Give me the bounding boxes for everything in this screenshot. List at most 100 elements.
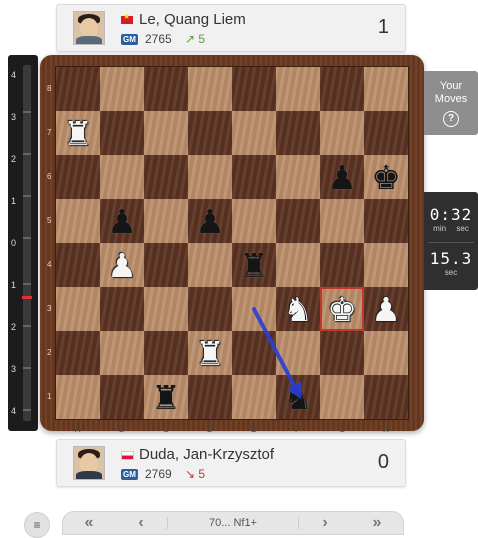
rank-label: 5 <box>47 216 52 225</box>
square-a6[interactable] <box>56 155 100 199</box>
square-f2[interactable] <box>276 331 320 375</box>
square-b2[interactable] <box>100 331 144 375</box>
square-c3[interactable] <box>144 287 188 331</box>
white-king-icon[interactable]: ♚ <box>320 287 364 331</box>
square-d6[interactable] <box>188 155 232 199</box>
white-rook-icon[interactable]: ♜ <box>188 331 232 375</box>
square-h8[interactable] <box>364 67 408 111</box>
square-b1[interactable] <box>100 375 144 419</box>
square-e5[interactable] <box>232 199 276 243</box>
black-pawn-icon[interactable]: ♟ <box>100 199 144 243</box>
square-d5[interactable]: ♟ <box>188 199 232 243</box>
square-h6[interactable]: ♚ <box>364 155 408 199</box>
square-h3[interactable]: ♟ <box>364 287 408 331</box>
eval-label: 4 <box>11 70 17 80</box>
last-move-button[interactable]: » <box>351 514 403 532</box>
square-b8[interactable] <box>100 67 144 111</box>
bottom-player-rating: 2769 <box>145 467 172 481</box>
square-d8[interactable] <box>188 67 232 111</box>
current-move-label[interactable]: 70... Nf1+ <box>167 517 299 529</box>
clock-panel: 0:32 min sec 15.3 sec <box>424 192 478 290</box>
square-c7[interactable] <box>144 111 188 155</box>
square-e6[interactable] <box>232 155 276 199</box>
square-b3[interactable] <box>100 287 144 331</box>
square-a3[interactable] <box>56 287 100 331</box>
top-player-title-badge: GM <box>121 34 138 45</box>
square-d1[interactable] <box>188 375 232 419</box>
square-h5[interactable] <box>364 199 408 243</box>
square-e1[interactable] <box>232 375 276 419</box>
square-e2[interactable] <box>232 331 276 375</box>
square-a8[interactable] <box>56 67 100 111</box>
square-a7[interactable]: ♜ <box>56 111 100 155</box>
square-g5[interactable] <box>320 199 364 243</box>
file-label: B <box>119 425 125 434</box>
black-king-icon[interactable]: ♚ <box>364 155 408 199</box>
top-player-name[interactable]: Le, Quang Liem <box>139 11 246 28</box>
previous-move-button[interactable]: ‹ <box>115 514 167 532</box>
square-f3[interactable]: ♞ <box>276 287 320 331</box>
white-pawn-icon[interactable]: ♟ <box>100 243 144 287</box>
square-h4[interactable] <box>364 243 408 287</box>
square-g6[interactable]: ♟ <box>320 155 364 199</box>
square-f8[interactable] <box>276 67 320 111</box>
square-a1[interactable] <box>56 375 100 419</box>
black-pawn-icon[interactable]: ♟ <box>188 199 232 243</box>
square-d4[interactable] <box>188 243 232 287</box>
square-f7[interactable] <box>276 111 320 155</box>
square-a5[interactable] <box>56 199 100 243</box>
square-a2[interactable] <box>56 331 100 375</box>
square-g7[interactable] <box>320 111 364 155</box>
square-e4[interactable]: ♜ <box>232 243 276 287</box>
first-move-button[interactable]: « <box>63 514 115 532</box>
square-f1[interactable]: ♞ <box>276 375 320 419</box>
square-d3[interactable] <box>188 287 232 331</box>
file-label: C <box>163 425 169 434</box>
bottom-player-title-badge: GM <box>121 469 138 480</box>
bottom-player-score: 0 <box>377 451 389 473</box>
eval-label: 4 <box>11 406 17 416</box>
square-g3[interactable]: ♚ <box>320 287 364 331</box>
black-knight-icon[interactable]: ♞ <box>276 375 320 419</box>
square-d7[interactable] <box>188 111 232 155</box>
your-moves-button[interactable]: Your Moves ? <box>424 71 478 135</box>
square-g1[interactable] <box>320 375 364 419</box>
square-e3[interactable] <box>232 287 276 331</box>
square-g2[interactable] <box>320 331 364 375</box>
white-rook-icon[interactable]: ♜ <box>56 111 100 155</box>
square-h1[interactable] <box>364 375 408 419</box>
square-b7[interactable] <box>100 111 144 155</box>
black-rook-icon[interactable]: ♜ <box>144 375 188 419</box>
white-pawn-icon[interactable]: ♟ <box>364 287 408 331</box>
square-b6[interactable] <box>100 155 144 199</box>
square-e7[interactable] <box>232 111 276 155</box>
square-d2[interactable]: ♜ <box>188 331 232 375</box>
square-h2[interactable] <box>364 331 408 375</box>
square-f6[interactable] <box>276 155 320 199</box>
clock-seconds: 15.3 <box>429 249 473 268</box>
square-h7[interactable] <box>364 111 408 155</box>
square-f4[interactable] <box>276 243 320 287</box>
menu-button[interactable]: ≡ <box>24 512 50 538</box>
square-b5[interactable]: ♟ <box>100 199 144 243</box>
square-c2[interactable] <box>144 331 188 375</box>
chess-board[interactable]: ♜ ♟ ♚ ♟ ♟ ♟ ♜ ♞ ♚ ♟ ♜ ♜ ♞ <box>56 67 408 419</box>
help-icon[interactable]: ? <box>443 111 459 127</box>
square-g8[interactable] <box>320 67 364 111</box>
black-pawn-icon[interactable]: ♟ <box>320 155 364 199</box>
square-g4[interactable] <box>320 243 364 287</box>
arrow-down-icon: ↘ <box>185 467 196 481</box>
square-c8[interactable] <box>144 67 188 111</box>
square-c4[interactable] <box>144 243 188 287</box>
square-b4[interactable]: ♟ <box>100 243 144 287</box>
square-c5[interactable] <box>144 199 188 243</box>
bottom-player-name[interactable]: Duda, Jan-Krzysztof <box>139 446 274 463</box>
square-a4[interactable] <box>56 243 100 287</box>
square-c1[interactable]: ♜ <box>144 375 188 419</box>
black-rook-icon[interactable]: ♜ <box>232 243 276 287</box>
next-move-button[interactable]: › <box>299 514 351 532</box>
square-e8[interactable] <box>232 67 276 111</box>
square-c6[interactable] <box>144 155 188 199</box>
square-f5[interactable] <box>276 199 320 243</box>
white-knight-icon[interactable]: ♞ <box>276 287 320 331</box>
